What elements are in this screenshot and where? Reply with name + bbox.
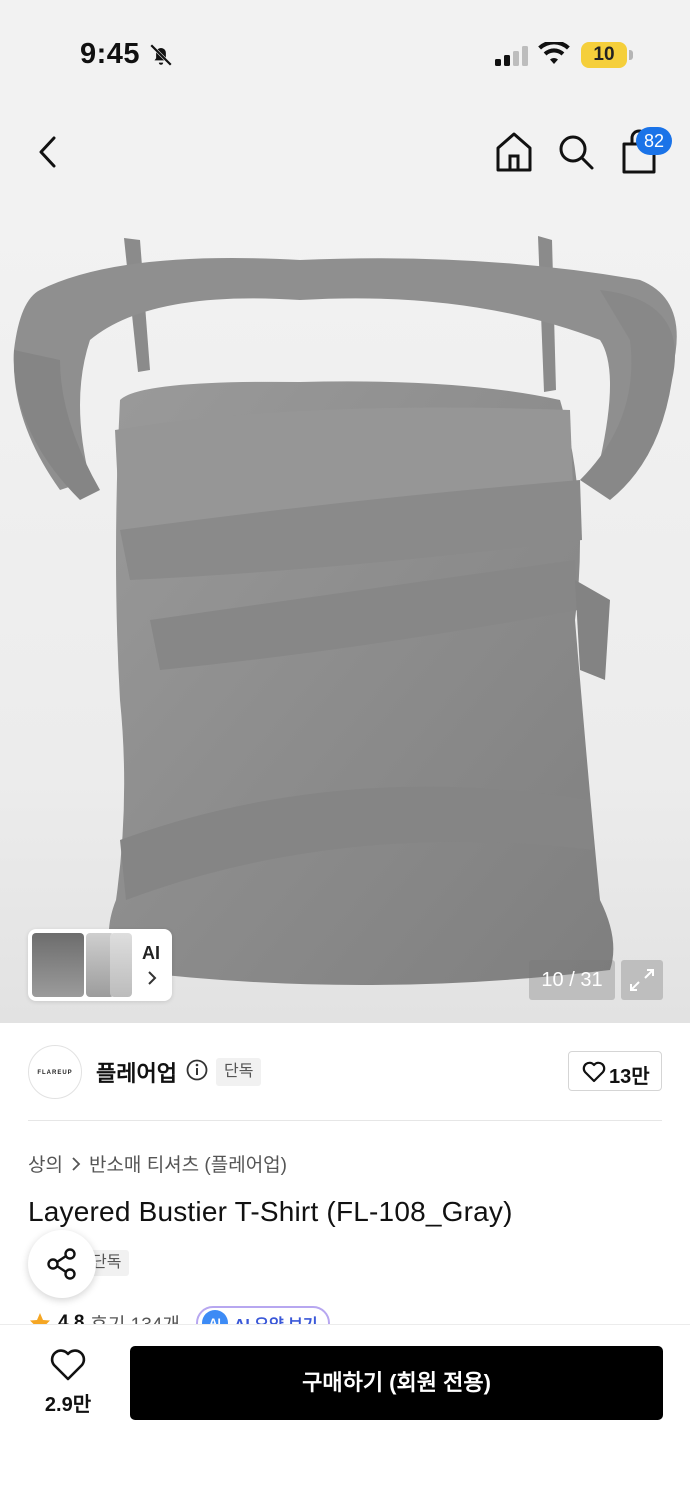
wifi-icon (538, 40, 570, 71)
brand-like-count: 13만 (609, 1066, 650, 1088)
heart-icon (50, 1349, 86, 1381)
status-bar: 9:45 10 (0, 0, 690, 110)
heart-icon (582, 1061, 606, 1083)
back-button[interactable] (30, 130, 70, 174)
brand-logo[interactable]: FLAREUP (28, 1045, 82, 1099)
rating-row: 4.8 후기 134개 AI AI 요약 보기 (28, 1306, 428, 1326)
bell-off-icon (148, 42, 174, 73)
chevron-right-icon (148, 971, 157, 985)
signal-icon (495, 46, 529, 71)
brand-like-button[interactable]: 13만 (568, 1051, 662, 1091)
home-button[interactable] (492, 128, 536, 176)
lookbook-thumb (110, 933, 132, 997)
image-page-indicator: 10 / 31 (529, 960, 615, 1000)
info-icon[interactable] (186, 1059, 208, 1086)
search-button[interactable] (554, 128, 598, 176)
cart-count-badge: 82 (636, 127, 672, 155)
breadcrumb-category[interactable]: 상의 (28, 1150, 63, 1177)
buy-button[interactable]: 구매하기 (회원 전용) (130, 1346, 663, 1420)
exclusive-badge: 단독 (216, 1058, 262, 1086)
chevron-right-icon (72, 1156, 81, 1171)
battery-icon: 10 (581, 42, 627, 68)
brand-name[interactable]: 플레어업 (96, 1056, 177, 1088)
search-icon (559, 135, 594, 170)
lookbook-thumb (32, 933, 84, 997)
product-image-carousel[interactable]: AI 10 / 31 (0, 200, 690, 1023)
share-icon (47, 1248, 76, 1280)
expand-image-button[interactable] (621, 960, 663, 1000)
breadcrumb: 상의 반소매 티셔츠 (플레어업) (28, 1150, 287, 1177)
ai-summary-button[interactable]: AI AI 요약 보기 (195, 1306, 330, 1326)
share-button[interactable] (28, 1230, 96, 1298)
wishlist-button[interactable]: 2.9만 (28, 1346, 108, 1420)
product-title: Layered Bustier T-Shirt (FL-108_Gray) (28, 1196, 513, 1227)
status-time: 9:45 (80, 38, 141, 70)
wishlist-count: 2.9만 (44, 1394, 92, 1416)
divider (28, 1120, 662, 1121)
battery-nub (629, 50, 633, 60)
top-nav (0, 110, 690, 200)
back-icon (39, 136, 56, 168)
ai-lookbook-card[interactable]: AI (28, 929, 172, 1001)
product-photo (13, 236, 677, 985)
breadcrumb-subcategory[interactable]: 반소매 티셔츠 (플레어업) (89, 1150, 287, 1177)
expand-icon (630, 969, 654, 991)
home-icon (496, 132, 532, 172)
ai-label: AI (142, 943, 160, 963)
